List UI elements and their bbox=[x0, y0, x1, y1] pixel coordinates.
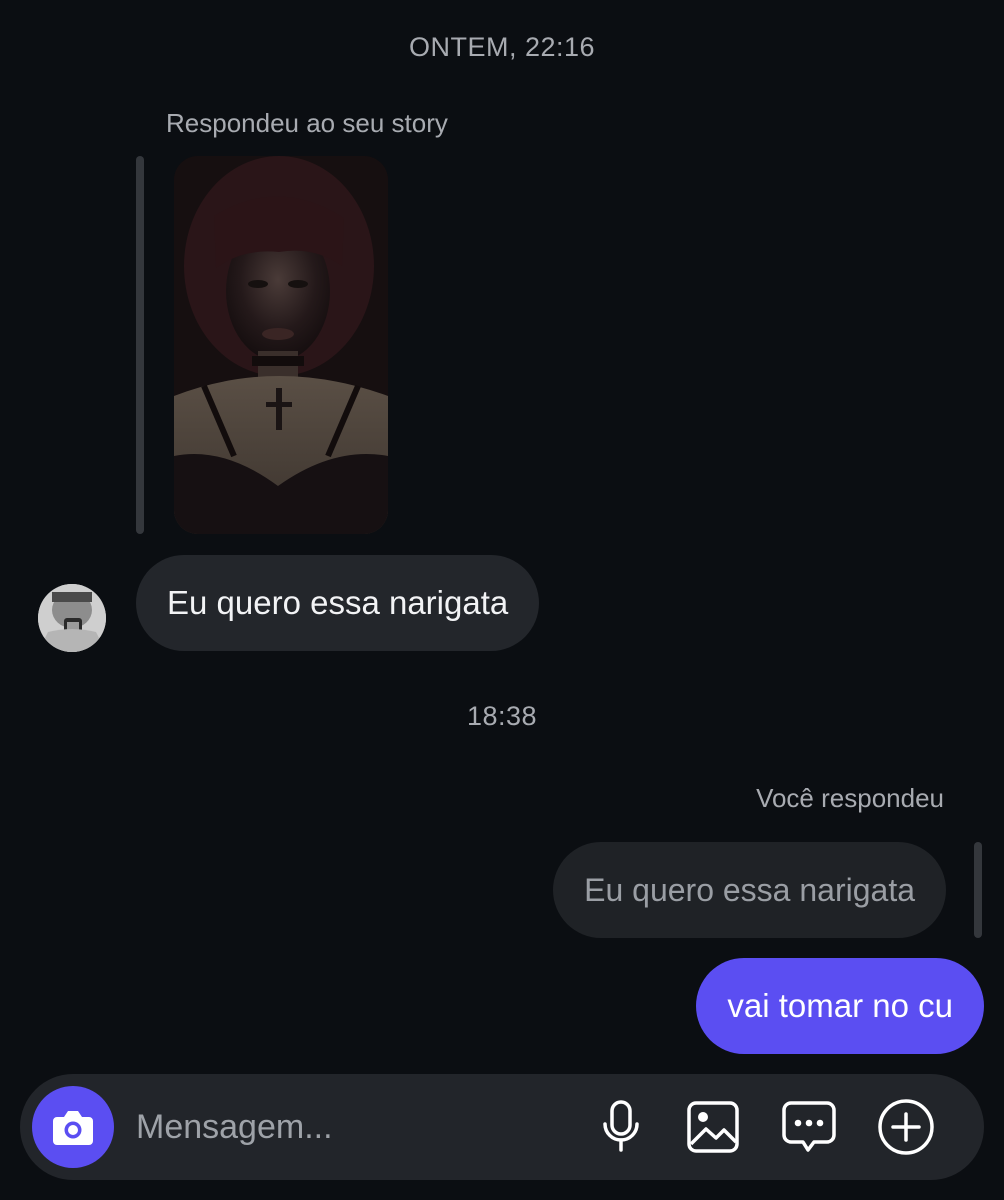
voice-message-button[interactable] bbox=[591, 1097, 651, 1157]
story-thumbnail[interactable] bbox=[174, 156, 388, 534]
chat-bubble-icon bbox=[782, 1101, 836, 1152]
reply-quote-indicator bbox=[974, 842, 982, 938]
quoted-message-text: Eu quero essa narigata bbox=[584, 871, 915, 908]
contact-avatar[interactable] bbox=[38, 584, 106, 652]
camera-icon bbox=[53, 1111, 93, 1145]
incoming-message-text: Eu quero essa narigata bbox=[167, 584, 509, 621]
image-gallery-icon bbox=[687, 1101, 739, 1153]
camera-button[interactable] bbox=[32, 1086, 114, 1168]
story-reply-indicator bbox=[136, 156, 144, 534]
message-composer bbox=[20, 1074, 984, 1180]
sticker-button[interactable] bbox=[779, 1097, 839, 1157]
story-reply-caption: Respondeu ao seu story bbox=[166, 108, 448, 138]
outgoing-message-bubble[interactable]: vai tomar no cu bbox=[696, 958, 984, 1054]
quoted-message-bubble[interactable]: Eu quero essa narigata bbox=[553, 842, 946, 938]
timestamp-today: 18:38 bbox=[466, 701, 538, 731]
avatar-image bbox=[38, 584, 106, 652]
message-input[interactable] bbox=[136, 1098, 566, 1156]
gallery-button[interactable] bbox=[683, 1097, 743, 1157]
more-options-button[interactable] bbox=[876, 1097, 936, 1157]
outgoing-message-text: vai tomar no cu bbox=[727, 987, 953, 1024]
microphone-icon bbox=[603, 1100, 639, 1152]
story-image bbox=[174, 156, 388, 534]
timestamp-yesterday: ONTEM, 22:16 bbox=[408, 32, 596, 62]
incoming-message-bubble[interactable]: Eu quero essa narigata bbox=[136, 555, 540, 651]
plus-circle-icon bbox=[878, 1099, 934, 1155]
chat-screen: ONTEM, 22:16 Respondeu ao seu story Eu q… bbox=[0, 0, 1004, 1200]
you-replied-label: Você respondeu bbox=[756, 783, 944, 813]
